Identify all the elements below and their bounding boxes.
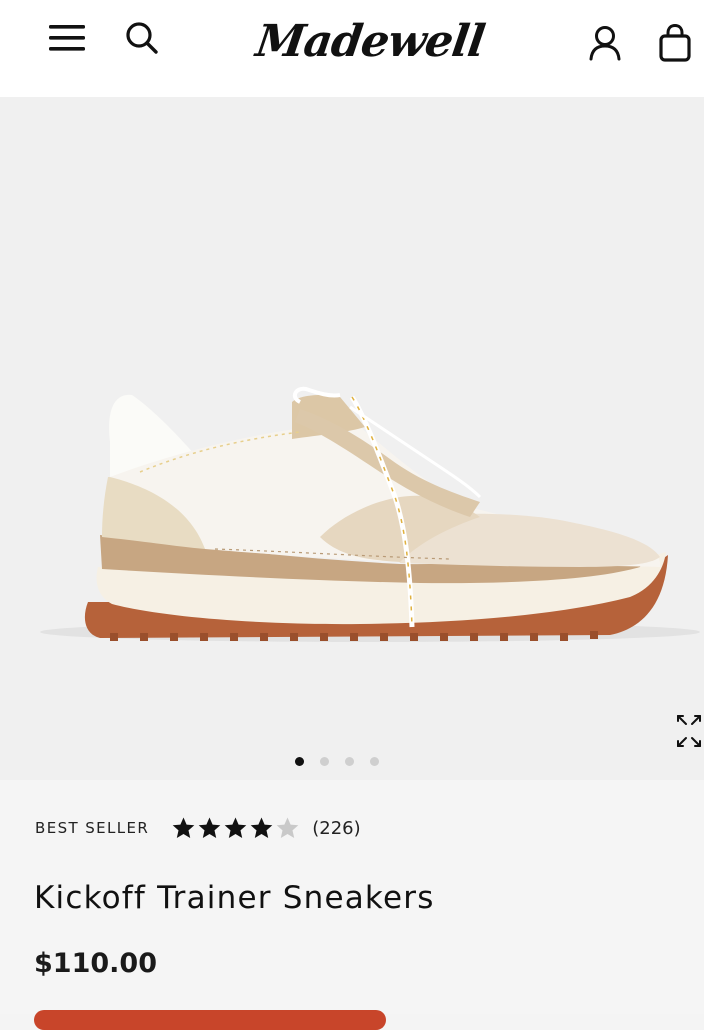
best-seller-badge: BEST SELLER bbox=[35, 819, 150, 837]
account-button[interactable] bbox=[584, 22, 626, 64]
bag-icon bbox=[659, 23, 691, 62]
shopping-bag-button[interactable] bbox=[654, 20, 696, 66]
rating-stars[interactable] bbox=[171, 816, 300, 840]
product-image-gallery[interactable] bbox=[0, 97, 704, 780]
carousel-dot-1[interactable] bbox=[295, 757, 304, 766]
star-filled-icon bbox=[172, 817, 195, 838]
search-icon bbox=[126, 22, 158, 54]
review-count-link[interactable]: (226) bbox=[312, 818, 360, 839]
menu-button[interactable] bbox=[44, 18, 90, 58]
star-filled-icon bbox=[224, 817, 247, 838]
star-empty-icon bbox=[276, 817, 299, 838]
expand-image-button[interactable] bbox=[670, 712, 704, 750]
badge-rating-row: BEST SELLER (226) bbox=[35, 814, 361, 842]
site-logo[interactable]: Madewell bbox=[250, 8, 490, 76]
search-button[interactable] bbox=[120, 18, 164, 58]
carousel-dot-3[interactable] bbox=[345, 757, 354, 766]
product-price: $110.00 bbox=[34, 948, 157, 979]
account-icon bbox=[589, 26, 621, 61]
add-to-bag-button[interactable] bbox=[34, 1010, 386, 1030]
menu-icon bbox=[49, 25, 85, 51]
site-header: Madewell bbox=[0, 0, 704, 97]
star-filled-icon bbox=[198, 817, 221, 838]
product-title: Kickoff Trainer Sneakers bbox=[34, 880, 435, 916]
carousel-dot-4[interactable] bbox=[370, 757, 379, 766]
product-image[interactable] bbox=[0, 97, 704, 780]
star-filled-icon bbox=[250, 817, 273, 838]
carousel-dot-2[interactable] bbox=[320, 757, 329, 766]
carousel-pagination bbox=[0, 757, 704, 773]
expand-icon bbox=[677, 715, 701, 747]
product-info: BEST SELLER (226) Kickoff Trainer Sneake… bbox=[0, 780, 704, 1030]
